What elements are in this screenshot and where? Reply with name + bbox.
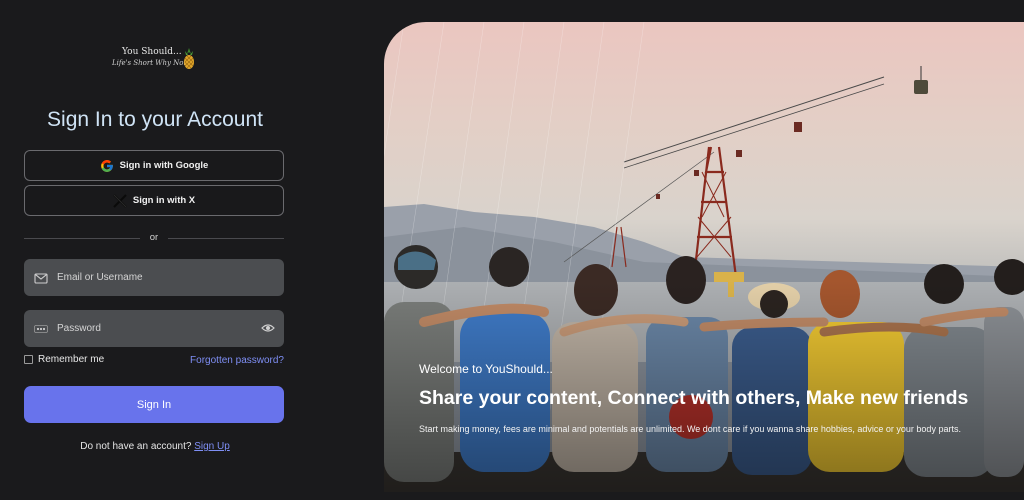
hero-headline: Share your content, Connect with others,… bbox=[419, 387, 969, 409]
sign-up-link[interactable]: Sign Up bbox=[194, 441, 230, 452]
email-field bbox=[24, 259, 284, 296]
remember-me-label: Remember me bbox=[38, 354, 105, 365]
google-icon bbox=[100, 159, 113, 172]
x-signin-label: Sign in with X bbox=[132, 195, 196, 206]
google-signin-button[interactable]: Sign in with Google bbox=[24, 150, 284, 181]
sign-in-button[interactable]: Sign In bbox=[24, 386, 284, 423]
page-title: Sign In to your Account bbox=[47, 108, 263, 131]
password-input[interactable] bbox=[57, 323, 237, 334]
eye-icon[interactable] bbox=[261, 322, 275, 334]
remember-me[interactable]: Remember me bbox=[24, 354, 104, 365]
divider-left bbox=[24, 238, 140, 239]
divider-right bbox=[168, 238, 284, 239]
forgot-password-link[interactable]: Forgotten password? bbox=[190, 355, 284, 366]
password-dots-icon bbox=[34, 324, 48, 333]
signup-prompt-text: Do not have an account? bbox=[80, 441, 192, 452]
divider-or-text: or bbox=[149, 232, 159, 243]
x-signin-button[interactable]: Sign in with X bbox=[24, 185, 284, 216]
remember-me-checkbox[interactable] bbox=[24, 355, 33, 364]
signup-prompt: Do not have an account? Sign Up bbox=[0, 441, 310, 452]
brand-tagline: Life's Short Why Not bbox=[112, 59, 187, 67]
hero-welcome: Welcome to YouShould... bbox=[419, 362, 553, 376]
brand-name: You Should... bbox=[122, 47, 182, 57]
mail-icon bbox=[34, 272, 48, 284]
google-signin-label: Sign in with Google bbox=[119, 160, 209, 171]
login-panel: You Should... Life's Short Why Not Sign … bbox=[0, 0, 310, 500]
pineapple-icon bbox=[184, 48, 194, 69]
hero-description: Start making money, fees are minimal and… bbox=[419, 424, 961, 434]
brand-logo[interactable]: You Should... Life's Short Why Not bbox=[110, 46, 210, 72]
x-logo-icon bbox=[113, 193, 127, 208]
email-input[interactable] bbox=[57, 272, 237, 283]
hero-banner: Welcome to YouShould... Share your conte… bbox=[384, 22, 1024, 492]
password-field bbox=[24, 310, 284, 347]
